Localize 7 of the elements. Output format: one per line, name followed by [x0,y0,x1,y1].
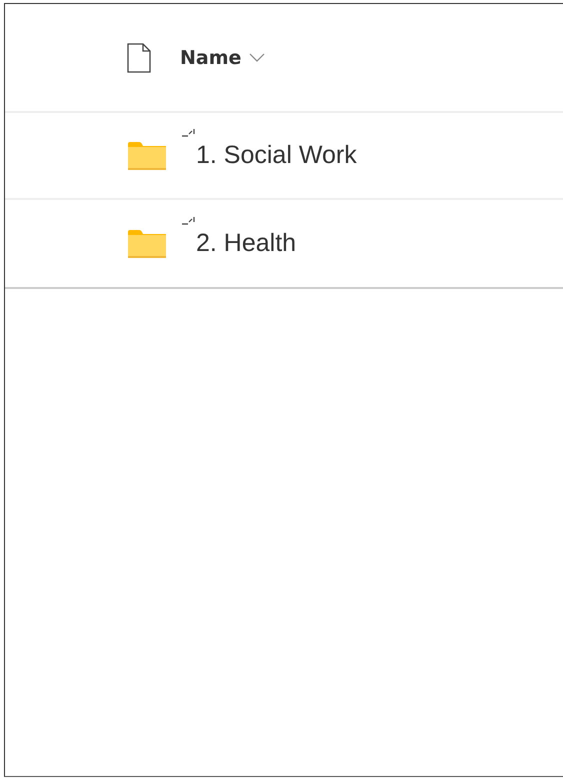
folder-name-link[interactable]: 2. Health [196,229,296,258]
folder-name-link[interactable]: 1. Social Work [196,141,357,170]
name-column-header[interactable]: Name [180,46,266,68]
file-icon [127,42,151,72]
chevron-down-icon [249,52,266,62]
folder-icon [128,230,166,258]
folder-icon [128,142,166,170]
